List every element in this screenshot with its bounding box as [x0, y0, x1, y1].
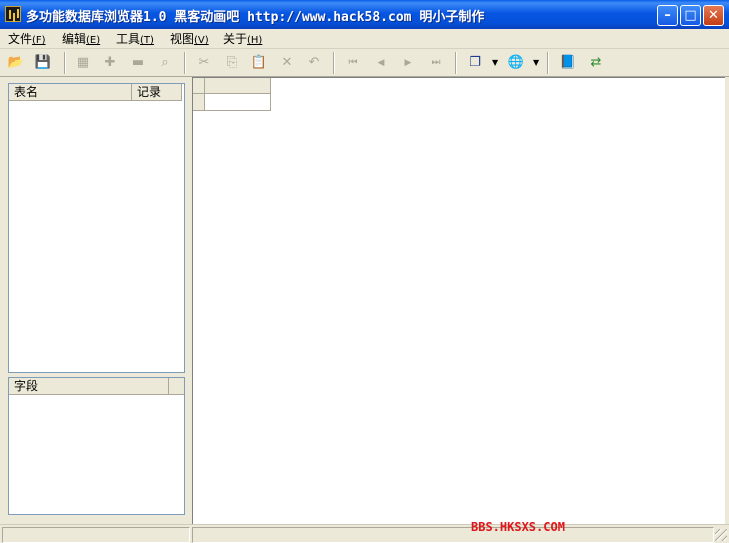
menu-view-label: 视图: [170, 32, 195, 46]
menu-tools[interactable]: 工具(T): [113, 31, 157, 47]
menu-file-label: 文件: [8, 32, 33, 46]
minimize-button[interactable]: –: [657, 5, 678, 26]
menu-tools-label: 工具: [116, 32, 141, 46]
connect-dropdown-icon[interactable]: ▼: [533, 53, 539, 73]
window-title: 多功能数据库浏览器1.0 黑客动画吧 http://www.hack58.com…: [26, 10, 485, 25]
connect-icon[interactable]: 🌐: [505, 53, 527, 73]
toolbar-separator: [547, 52, 549, 74]
delete-icon[interactable]: ✕: [276, 53, 298, 73]
fields-list[interactable]: 字段: [8, 377, 185, 515]
grid-cell[interactable]: [205, 94, 271, 111]
cut-icon[interactable]: ✂: [193, 53, 215, 73]
column-header-field[interactable]: 字段: [9, 378, 169, 395]
windows-icon[interactable]: ❐: [464, 53, 486, 73]
exit-icon[interactable]: ⇄: [585, 53, 607, 73]
menu-bar: 文件(F) 编辑(E) 工具(T) 视图(V) 关于(H): [0, 29, 729, 49]
toolbar-separator: [64, 52, 66, 74]
tables-list[interactable]: 表名 记录: [8, 83, 185, 373]
save-icon[interactable]: 💾: [32, 53, 54, 73]
find-icon[interactable]: ⌕: [154, 53, 176, 73]
menu-edit[interactable]: 编辑(E): [59, 31, 103, 47]
menu-about-mnemonic: (H): [247, 35, 263, 46]
menu-about[interactable]: 关于(H): [220, 31, 265, 47]
paste-icon[interactable]: 📋: [248, 53, 270, 73]
copy-icon[interactable]: ⎘: [221, 53, 243, 73]
maximize-button[interactable]: □: [680, 5, 701, 26]
menu-file-mnemonic: (F): [32, 35, 46, 46]
menu-about-label: 关于: [223, 32, 248, 46]
grid-column-header[interactable]: [205, 78, 271, 94]
menu-view[interactable]: 视图(V): [167, 31, 212, 47]
menu-edit-mnemonic: (E): [86, 35, 101, 46]
last-record-icon[interactable]: ⏭: [425, 53, 447, 73]
toolbar: 📂 💾 ▦ ✚ ▬ ⌕ ✂ ⎘ 📋 ✕ ↶ ⏮ ◀ ▶ ⏭ ❐ ▼ 🌐 ▼ 📘 …: [0, 49, 729, 77]
toolbar-separator: [184, 52, 186, 74]
menu-view-mnemonic: (V): [194, 35, 209, 46]
next-record-icon[interactable]: ▶: [397, 53, 419, 73]
open-icon[interactable]: 📂: [5, 53, 27, 73]
grid-icon[interactable]: ▦: [72, 53, 94, 73]
toolbar-separator: [333, 52, 335, 74]
book-icon[interactable]: 📘: [557, 53, 579, 73]
window-icon[interactable]: ▬: [127, 53, 149, 73]
add-record-icon[interactable]: ✚: [99, 53, 121, 73]
watermark-text: BBS.HKSXS.COM: [471, 520, 565, 534]
column-header-records[interactable]: 记录: [132, 84, 182, 101]
grid-row-header[interactable]: [193, 94, 205, 111]
data-grid[interactable]: [192, 77, 725, 524]
first-record-icon[interactable]: ⏮: [342, 53, 364, 73]
menu-edit-label: 编辑: [62, 32, 87, 46]
column-header-table-name[interactable]: 表名: [9, 84, 132, 101]
status-panel-left: [2, 527, 190, 543]
menu-file[interactable]: 文件(F): [5, 31, 49, 47]
status-panel-main: [192, 527, 714, 543]
undo-icon[interactable]: ↶: [303, 53, 325, 73]
close-button[interactable]: ✕: [703, 5, 724, 26]
grid-corner-cell[interactable]: [193, 78, 205, 94]
left-pane: 表名 记录 字段: [0, 77, 190, 525]
status-bar: [0, 524, 729, 543]
column-header-filler: [169, 378, 184, 395]
menu-tools-mnemonic: (T): [140, 35, 154, 46]
resize-grip-icon[interactable]: [715, 529, 727, 541]
prev-record-icon[interactable]: ◀: [370, 53, 392, 73]
windows-dropdown-icon[interactable]: ▼: [492, 53, 498, 73]
title-bar[interactable]: 多功能数据库浏览器1.0 黑客动画吧 http://www.hack58.com…: [0, 0, 729, 29]
app-icon[interactable]: [5, 6, 21, 22]
toolbar-separator: [455, 52, 457, 74]
